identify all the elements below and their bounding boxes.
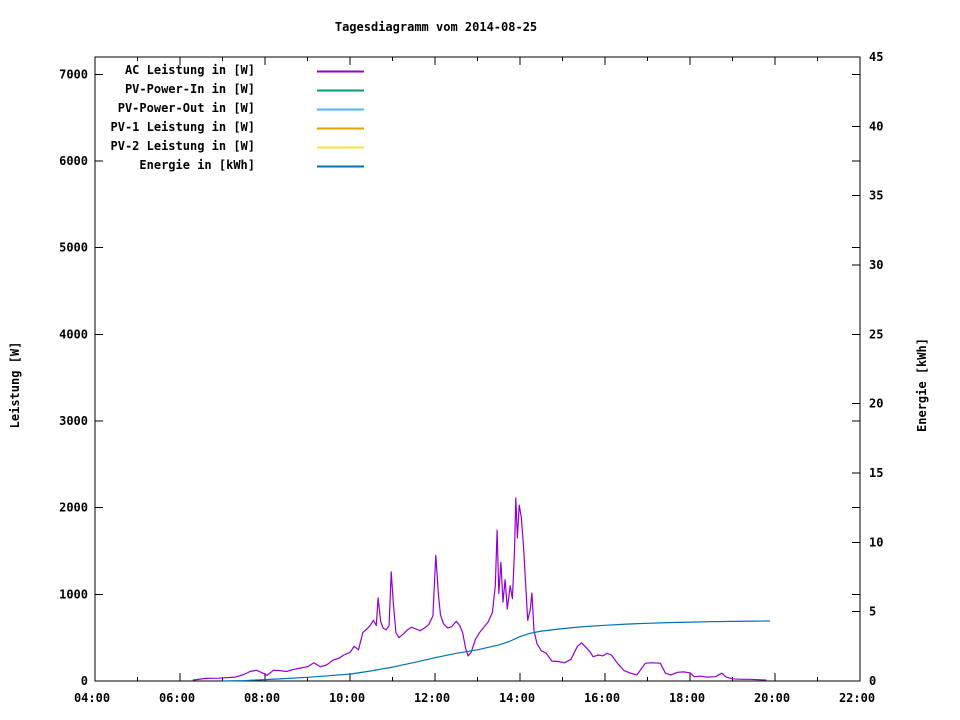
x-tick-label: 10:00 — [329, 691, 365, 705]
legend-item: PV-2 Leistung in [W] — [0, 138, 960, 157]
y-tick-label: 5000 — [59, 241, 88, 255]
legend-item: PV-Power-Out in [W] — [0, 100, 960, 119]
y2-tick-label: 0 — [869, 674, 876, 688]
y-tick-label: 1000 — [59, 587, 88, 601]
y2-tick-label: 20 — [869, 397, 883, 411]
chart-canvas: Tagesdiagramm vom 2014-08-25 Leistung [W… — [0, 0, 960, 720]
legend-line-sample — [317, 165, 364, 168]
legend-line-sample — [317, 127, 364, 130]
x-tick-label: 12:00 — [414, 691, 450, 705]
legend-item: Energie in [kWh] — [0, 157, 960, 176]
y-tick-label: 2000 — [59, 501, 88, 515]
y-tick-label: 4000 — [59, 327, 88, 341]
x-tick-label: 06:00 — [159, 691, 195, 705]
legend-label: PV-1 Leistung in [W] — [110, 120, 256, 134]
y2-tick-label: 10 — [869, 535, 883, 549]
legend-line-sample — [317, 108, 364, 111]
x-tick-label: 18:00 — [669, 691, 705, 705]
x-tick-label: 04:00 — [74, 691, 110, 705]
x-tick-label: 08:00 — [244, 691, 280, 705]
legend-label: PV-Power-In in [W] — [124, 82, 255, 96]
legend-label: AC Leistung in [W] — [124, 63, 255, 77]
legend-item: PV-1 Leistung in [W] — [0, 119, 960, 138]
x-tick-label: 20:00 — [754, 691, 790, 705]
legend-line-sample — [317, 146, 364, 149]
y2-tick-label: 30 — [869, 258, 883, 272]
y2-tick-label: 15 — [869, 466, 883, 480]
legend-line-sample — [317, 70, 364, 73]
x-tick-label: 22:00 — [839, 691, 875, 705]
legend-label: PV-Power-Out in [W] — [117, 101, 255, 115]
y2-tick-label: 25 — [869, 327, 883, 341]
y-tick-label: 3000 — [59, 414, 88, 428]
legend-item: PV-Power-In in [W] — [0, 81, 960, 100]
x-tick-label: 14:00 — [499, 691, 535, 705]
legend-item: AC Leistung in [W] — [0, 62, 960, 81]
legend-line-sample — [317, 89, 364, 92]
series-line-1 — [192, 497, 767, 681]
legend-label: Energie in [kWh] — [139, 158, 255, 172]
x-tick-label: 16:00 — [584, 691, 620, 705]
y-tick-label: 0 — [81, 674, 88, 688]
legend-label: PV-2 Leistung in [W] — [110, 139, 256, 153]
y2-tick-label: 5 — [869, 605, 876, 619]
y2-tick-label: 35 — [869, 189, 883, 203]
